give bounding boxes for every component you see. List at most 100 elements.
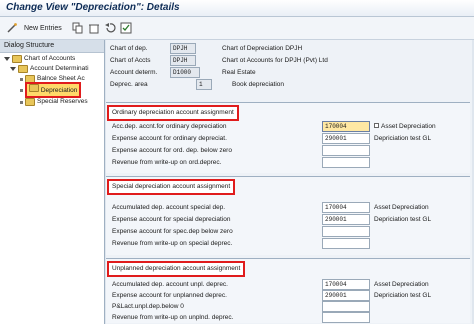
field-label: Expense account for ordinary depreciat. xyxy=(112,135,227,142)
expense-spec-below-zero-input[interactable] xyxy=(322,226,370,237)
field-label: P&Lact.unpl.dep.below 0 xyxy=(112,303,184,310)
field-description: Asset Depreciation xyxy=(374,281,429,288)
field-label: Chart of Accts xyxy=(110,57,151,64)
detail-panel: Chart of dep. DPJH Chart of Depreciation… xyxy=(106,40,472,324)
field-description: Chart ot Accounts for DPJH (Pvt) Ltd xyxy=(222,57,328,64)
tree-header: Dialog Structure xyxy=(0,40,104,53)
new-entries-button[interactable]: New Entries xyxy=(24,21,62,35)
leaf-icon xyxy=(20,100,23,104)
field-label: Revenue from write-up on unplnd. deprec. xyxy=(112,314,234,321)
tree-item-special-reserves[interactable]: Special Reserves xyxy=(20,97,88,107)
acc-dep-special-input[interactable]: 170004 xyxy=(322,202,370,213)
copy-icon xyxy=(72,22,83,34)
window-title: Change View "Depreciation": Details xyxy=(6,2,180,13)
form-row: P&Lact.unpl.dep.below 0 xyxy=(112,301,370,312)
tree-item-account-determination[interactable]: Account Determinati xyxy=(10,64,89,74)
title-bar: Change View "Depreciation": Details xyxy=(0,0,474,17)
dialog-structure-tree: Dialog Structure Chart of Accounts Accou… xyxy=(0,40,105,324)
header-row-chart-of-accts: Chart of Accts DPJH Chart ot Accounts fo… xyxy=(110,55,328,66)
field-label: Revenue from write-up on ord.deprec. xyxy=(112,159,222,166)
form-row: Expense account for ord. dep. below zero xyxy=(112,145,370,156)
tree-item-label: Chart of Accounts xyxy=(24,55,76,62)
select-all-button[interactable] xyxy=(120,21,132,35)
field-description: Depriciation test GL xyxy=(374,135,432,142)
expense-ordinary-input[interactable]: 290001 xyxy=(322,133,370,144)
folder-icon xyxy=(12,55,22,63)
form-row: Expense account for spec.dep below zero xyxy=(112,226,370,237)
copy-button[interactable] xyxy=(72,21,84,35)
delete-button[interactable] xyxy=(88,21,100,35)
leaf-icon xyxy=(20,88,23,92)
form-row: Revenue from write-up on unplnd. deprec. xyxy=(112,312,370,323)
expand-arrow-icon xyxy=(4,57,10,61)
account-determ-field: D1000 xyxy=(170,67,200,78)
form-row: Expense account for special depreciation… xyxy=(112,214,431,225)
form-row: Accumulated dep. account special dep. 17… xyxy=(112,202,429,213)
desc-text: Asset Depreciation xyxy=(381,123,436,130)
tree-item-chart-of-accounts[interactable]: Chart of Accounts xyxy=(4,54,75,64)
display-change-button[interactable] xyxy=(6,21,18,35)
field-description: Book depreciation xyxy=(232,81,285,88)
form-row: Expense account for ordinary depreciat. … xyxy=(112,133,431,144)
revenue-unplanned-input[interactable] xyxy=(322,312,370,323)
group-unplanned-depreciation: Unplanned depreciation account assignmen… xyxy=(106,258,470,323)
folder-icon xyxy=(18,65,28,73)
header-row-account-determ: Account determ. D1000 Real Estate xyxy=(110,67,256,78)
group-title: Unplanned depreciation account assignmen… xyxy=(107,261,246,277)
folder-icon xyxy=(25,98,35,106)
toolbar: New Entries xyxy=(0,17,474,40)
folder-icon xyxy=(29,84,39,92)
field-label: Expense account for unplanned deprec. xyxy=(112,292,227,299)
field-label: Expense account for special depreciation xyxy=(112,216,231,223)
deprec-area-field: 1 xyxy=(196,79,212,90)
pl-unpl-below-zero-input[interactable] xyxy=(322,301,370,312)
field-description: Depriciation test GL xyxy=(374,292,432,299)
field-label: Accumulated dep. account special dep. xyxy=(112,204,226,211)
group-ordinary-depreciation: Ordinary depreciation account assignment… xyxy=(106,102,470,173)
field-label: Revenue from write-up on special deprec. xyxy=(112,240,233,247)
expense-unplanned-input[interactable]: 290001 xyxy=(322,290,370,301)
field-description: Real Estate xyxy=(222,69,256,76)
field-label: Acc.dep. accnt.for ordinary depreciation xyxy=(112,123,227,130)
form-row: Accumulated dep. account unpl. deprec. 1… xyxy=(112,279,429,290)
undo-icon xyxy=(105,23,116,33)
acc-dep-ordinary-input[interactable]: 170004 xyxy=(322,121,370,132)
field-label: Chart of dep. xyxy=(110,45,148,52)
revenue-ord-input[interactable] xyxy=(322,157,370,168)
leaf-icon xyxy=(20,77,23,81)
group-special-depreciation: Special depreciation account assignment … xyxy=(106,176,470,255)
form-row: Acc.dep. accnt.for ordinary depreciation… xyxy=(112,121,436,132)
checkbox-icon xyxy=(374,123,379,128)
field-label: Accumulated dep. account unpl. deprec. xyxy=(112,281,228,288)
tree-item-label: Depreciation xyxy=(40,87,78,94)
tree-item-label: Account Determinati xyxy=(30,65,89,72)
tree-item-depreciation[interactable]: Depreciation xyxy=(20,82,82,98)
header-row-chart-of-dep: Chart of dep. DPJH Chart of Depreciation… xyxy=(110,43,302,54)
expense-ord-below-zero-input[interactable] xyxy=(322,145,370,156)
form-row: Revenue from write-up on special deprec. xyxy=(112,238,370,249)
field-label: Account determ. xyxy=(110,69,158,76)
field-description: Asset Depreciation xyxy=(374,123,436,130)
expand-arrow-icon xyxy=(10,67,16,71)
revenue-special-input[interactable] xyxy=(322,238,370,249)
select-all-icon xyxy=(120,22,132,34)
field-label: Expense account for ord. dep. below zero xyxy=(112,147,232,154)
group-title: Special depreciation account assignment xyxy=(107,179,236,195)
undo-button[interactable] xyxy=(104,21,116,35)
form-row: Expense account for unplanned deprec. 29… xyxy=(112,290,431,301)
field-label: Expense account for spec.dep below zero xyxy=(112,228,233,235)
selected-node: Depreciation xyxy=(25,82,82,98)
expense-special-input[interactable]: 290001 xyxy=(322,214,370,225)
tree-item-label: Special Reserves xyxy=(37,98,88,105)
new-entries-label: New Entries xyxy=(24,24,62,32)
acc-dep-unplanned-input[interactable]: 170004 xyxy=(322,279,370,290)
group-title: Ordinary depreciation account assignment xyxy=(107,105,239,121)
delete-icon xyxy=(89,24,99,34)
field-description: Chart of Depreciation DPJH xyxy=(222,45,303,52)
header-row-deprec-area: Deprec. area 1 Book depreciation xyxy=(110,79,284,90)
form-row: Revenue from write-up on ord.deprec. xyxy=(112,157,370,168)
field-label: Deprec. area xyxy=(110,81,148,88)
field-description: Asset Depreciation xyxy=(374,204,429,211)
chart-of-accts-field: DPJH xyxy=(170,55,196,66)
chart-of-dep-field: DPJH xyxy=(170,43,196,54)
